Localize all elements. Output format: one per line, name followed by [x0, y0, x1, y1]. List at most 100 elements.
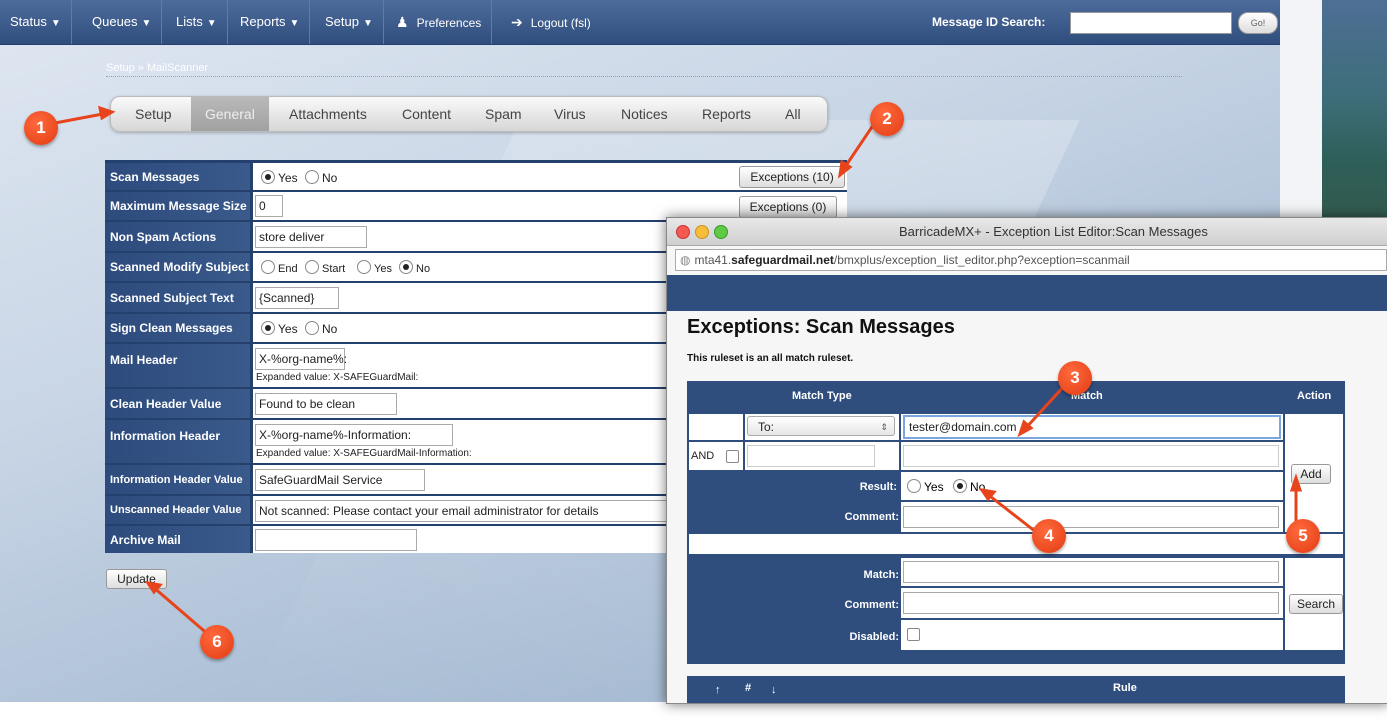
- radio-icon: [261, 170, 275, 184]
- caret-down-icon: ▼: [141, 18, 152, 29]
- col-action: Action: [1297, 390, 1332, 402]
- comment-input[interactable]: [903, 506, 1279, 528]
- modify-yes-radio[interactable]: Yes: [357, 260, 392, 275]
- tab-attachments[interactable]: Attachments: [289, 97, 367, 131]
- and-checkbox[interactable]: [726, 450, 739, 463]
- nav-logout[interactable]: ➔ Logout (fsl): [501, 0, 601, 44]
- url-bar[interactable]: ◍ mta41.safeguardmail.net/bmxplus/excepti…: [675, 249, 1387, 271]
- minimize-window-icon[interactable]: [695, 225, 709, 239]
- setting-row-max-size: Maximum Message Size 0 Exceptions (0): [105, 192, 847, 220]
- scan-no-radio[interactable]: No: [305, 170, 337, 185]
- zoom-window-icon[interactable]: [714, 225, 728, 239]
- annotation-badge-3: 3: [1058, 361, 1092, 395]
- radio-icon: [305, 170, 319, 184]
- mail-header-expanded: Expanded value: X-SAFEGuardMail:: [256, 372, 419, 383]
- search-match-input[interactable]: [903, 561, 1279, 583]
- and-label: AND: [691, 450, 715, 462]
- search-match-label: Match:: [863, 569, 899, 581]
- popup-subtitle: This ruleset is an all match ruleset.: [687, 353, 854, 364]
- annotation-badge-1: 1: [24, 111, 58, 145]
- col-rule: Rule: [1113, 682, 1137, 694]
- info-header-value-input[interactable]: SafeGuardMail Service: [255, 469, 425, 491]
- setting-label: Unscanned Header Value: [105, 496, 250, 524]
- nav-queues-menu[interactable]: Queues ▼: [82, 0, 163, 44]
- comment-label: Comment:: [844, 511, 899, 523]
- exception-table: Match Type Match Action To: ⇕ tester@dom…: [687, 381, 1345, 664]
- user-icon: ♟: [396, 14, 409, 30]
- archive-mail-input[interactable]: [255, 529, 417, 551]
- setting-label: Scanned Modify Subject: [105, 253, 250, 281]
- window-titlebar: BarricadeMX+ - Exception List Editor:Sca…: [667, 218, 1387, 246]
- clean-header-input[interactable]: Found to be clean: [255, 393, 397, 415]
- tab-content[interactable]: Content: [402, 97, 451, 131]
- sign-clean-yes-radio[interactable]: Yes: [261, 321, 298, 336]
- tab-general[interactable]: General: [191, 97, 269, 131]
- disabled-label: Disabled:: [849, 631, 899, 643]
- max-size-input[interactable]: 0: [255, 195, 283, 217]
- caret-down-icon: ▼: [50, 18, 61, 29]
- tab-all[interactable]: All: [785, 97, 801, 131]
- disabled-checkbox[interactable]: [907, 628, 920, 641]
- modify-end-radio[interactable]: End: [261, 260, 298, 275]
- setting-label: Information Header Value: [105, 465, 250, 494]
- match-value-input[interactable]: tester@domain.com: [903, 415, 1281, 439]
- nav-setup-menu[interactable]: Setup ▼: [315, 0, 384, 44]
- result-yes-radio[interactable]: Yes: [907, 479, 944, 494]
- sort-up-icon[interactable]: ↑: [715, 684, 721, 696]
- result-label: Result:: [859, 481, 897, 493]
- subject-text-input[interactable]: {Scanned}: [255, 287, 339, 309]
- sort-down-icon[interactable]: ↓: [771, 684, 777, 696]
- tab-spam[interactable]: Spam: [485, 97, 522, 131]
- tab-notices[interactable]: Notices: [621, 97, 668, 131]
- setting-label: Maximum Message Size: [105, 192, 250, 220]
- scan-yes-radio[interactable]: Yes: [261, 170, 298, 185]
- modify-no-radio[interactable]: No: [399, 260, 430, 275]
- and-match-type-input[interactable]: [747, 445, 875, 467]
- radio-icon: [907, 479, 921, 493]
- unscanned-header-input[interactable]: Not scanned: Please contact your email a…: [255, 500, 673, 522]
- setting-label: Information Header: [105, 420, 250, 463]
- tab-reports[interactable]: Reports: [702, 97, 751, 131]
- message-id-search-input[interactable]: [1070, 12, 1232, 34]
- setting-label: Archive Mail: [105, 526, 250, 553]
- nav-lists-menu[interactable]: Lists ▼: [166, 0, 228, 44]
- desktop-wallpaper: [1322, 0, 1387, 220]
- globe-icon: ◍: [680, 253, 691, 267]
- nav-status-menu[interactable]: Status ▼: [0, 0, 72, 44]
- annotation-badge-5: 5: [1286, 519, 1320, 553]
- update-button[interactable]: Update: [106, 569, 167, 589]
- radio-icon: [261, 321, 275, 335]
- search-button[interactable]: Search: [1289, 594, 1343, 614]
- close-window-icon[interactable]: [676, 225, 690, 239]
- and-match-value-input[interactable]: [903, 445, 1279, 467]
- mail-header-input[interactable]: X-%org-name%:: [255, 348, 347, 370]
- non-spam-actions-input[interactable]: store deliver: [255, 226, 367, 248]
- breadcrumb: Setup » MailScanner: [106, 62, 209, 74]
- setting-label: Scan Messages: [105, 163, 250, 190]
- setting-label: Non Spam Actions: [105, 222, 250, 251]
- exceptions-button-scan[interactable]: Exceptions (10): [739, 166, 845, 188]
- settings-tabs: Setup General Attachments Content Spam V…: [110, 96, 828, 132]
- exceptions-button-max-size[interactable]: Exceptions (0): [739, 196, 837, 218]
- go-button[interactable]: Go!: [1238, 12, 1278, 34]
- setting-label: Scanned Subject Text: [105, 283, 250, 312]
- add-button[interactable]: Add: [1291, 464, 1331, 484]
- arrow-right-icon: ➔: [511, 14, 523, 30]
- annotation-badge-6: 6: [200, 625, 234, 659]
- tab-setup[interactable]: Setup: [135, 97, 172, 131]
- search-comment-input[interactable]: [903, 592, 1279, 614]
- radio-icon: [399, 260, 413, 274]
- nav-preferences[interactable]: ♟ Preferences: [386, 0, 493, 44]
- modify-start-radio[interactable]: Start: [305, 260, 345, 275]
- match-type-select[interactable]: To: ⇕: [747, 416, 895, 436]
- nav-reports-menu[interactable]: Reports ▼: [230, 0, 311, 44]
- result-no-radio[interactable]: No: [953, 479, 985, 494]
- tab-virus[interactable]: Virus: [554, 97, 586, 131]
- radio-icon: [305, 260, 319, 274]
- setting-label: Sign Clean Messages: [105, 314, 250, 342]
- caret-down-icon: ▼: [362, 18, 373, 29]
- setting-row-scan-messages: Scan Messages Yes No Exceptions (10): [105, 163, 847, 190]
- radio-icon: [357, 260, 371, 274]
- sign-clean-no-radio[interactable]: No: [305, 321, 337, 336]
- info-header-input[interactable]: X-%org-name%-Information:: [255, 424, 453, 446]
